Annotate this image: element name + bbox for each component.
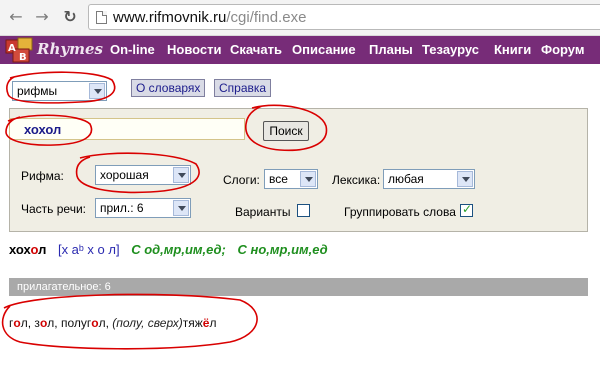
rhyme-quality-select[interactable]: хорошая <box>95 165 191 185</box>
browser-toolbar: ← → ↻ www.rifmovnik.ru/cgi/find.exe <box>0 0 600 36</box>
chevron-down-icon <box>300 171 316 187</box>
part-of-speech-label: Часть речи: <box>21 202 86 216</box>
variants-checkbox[interactable] <box>297 204 310 217</box>
nav-description[interactable]: Описание <box>292 42 356 57</box>
result-word: хохол <box>9 242 47 257</box>
lexicon-select[interactable]: любая <box>383 169 475 189</box>
rhyme-item[interactable]: полугол <box>61 316 106 330</box>
section-header: прилагательное: 6 <box>9 278 588 296</box>
chevron-down-icon <box>89 83 105 99</box>
address-bar[interactable]: www.rifmovnik.ru/cgi/find.exe <box>88 4 600 30</box>
rhyme-item[interactable]: зол <box>34 316 54 330</box>
nav-news[interactable]: Новости <box>167 42 222 57</box>
svg-text:A: A <box>8 43 16 54</box>
url-text: www.rifmovnik.ru/cgi/find.exe <box>113 9 307 26</box>
rhymes-list: гол, зол, полугол, (полу, сверх)тяжёл <box>9 316 217 330</box>
help-button[interactable]: Справка <box>214 79 272 97</box>
rhyme-item[interactable]: тяжёл <box>183 316 217 330</box>
about-dictionaries-button[interactable]: О словарях <box>131 79 206 97</box>
rhyme-label: Рифма: <box>21 169 64 183</box>
result-morphology-1: С од,мр,им,ед; <box>131 242 226 257</box>
forward-arrow-icon[interactable]: → <box>32 7 52 27</box>
part-of-speech-select[interactable]: прил.: 6 <box>95 198 191 218</box>
nav-online[interactable]: On-line <box>110 42 155 57</box>
query-input[interactable]: хохол <box>9 118 245 140</box>
chevron-down-icon <box>457 171 473 187</box>
rhyme-item[interactable]: гол <box>9 316 28 330</box>
chevron-down-icon <box>173 200 189 216</box>
back-arrow-icon[interactable]: ← <box>6 7 26 27</box>
site-navigation: A B Rhymes On-line Новости Скачать Описа… <box>0 36 600 64</box>
chevron-down-icon <box>173 167 189 183</box>
result-header: хохол [х аᵇ х о л] С од,мр,им,ед; С но,м… <box>9 242 328 257</box>
nav-download[interactable]: Скачать <box>230 42 282 57</box>
result-transcription: [х аᵇ х о л] <box>57 242 120 257</box>
site-logo-text[interactable]: Rhymes <box>37 40 103 58</box>
mode-select[interactable]: рифмы <box>12 81 107 101</box>
nav-books[interactable]: Книги <box>494 42 531 57</box>
lexicon-label: Лексика: <box>332 173 381 187</box>
group-words-label: Группировать слова <box>344 205 456 219</box>
rhyme-prefix-note: (полу, сверх) <box>112 316 183 330</box>
syllables-select[interactable]: все <box>264 169 318 189</box>
nav-thesaurus[interactable]: Тезаурус <box>422 42 479 57</box>
search-button[interactable]: Поиск <box>263 121 309 141</box>
reload-icon[interactable]: ↻ <box>60 7 80 27</box>
group-words-checkbox[interactable] <box>460 202 473 217</box>
result-morphology-2: С но,мр,им,ед <box>237 242 328 257</box>
site-logo-icon[interactable]: A B <box>5 37 35 64</box>
nav-forum[interactable]: Форум <box>541 42 584 57</box>
variants-label: Варианты <box>235 205 291 219</box>
page-icon <box>96 11 107 24</box>
syllables-label: Слоги: <box>223 173 260 187</box>
nav-plans[interactable]: Планы <box>369 42 413 57</box>
svg-text:B: B <box>19 52 27 63</box>
